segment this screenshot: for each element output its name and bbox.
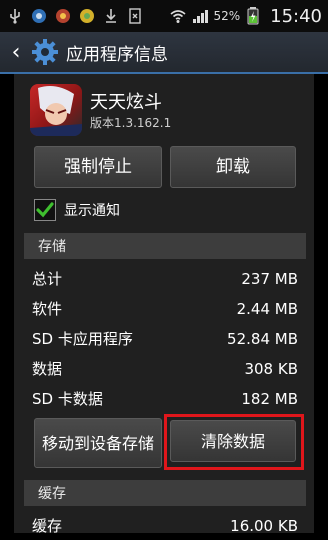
storage-row-software: 软件 2.44 MB	[32, 294, 298, 323]
app-notification-icon	[30, 7, 48, 25]
app-header: 天天炫斗 版本1.3.162.1	[30, 84, 310, 140]
storage-row-label: 总计	[32, 270, 63, 288]
show-notifications-row[interactable]: 显示通知	[34, 195, 120, 225]
cache-section-header: 缓存	[24, 480, 306, 506]
storage-row-label: 数据	[32, 360, 63, 378]
chevron-left-icon: ‹	[11, 39, 21, 65]
storage-row-total: 总计 237 MB	[32, 264, 298, 293]
app-info-panel: 天天炫斗 版本1.3.162.1 强制停止 卸载 显示通知 存储 总计 237 …	[14, 74, 314, 535]
storage-row-value: 308 KB	[244, 359, 298, 378]
storage-row-value: 52.84 MB	[227, 329, 298, 348]
clear-data-button[interactable]: 清除数据	[170, 420, 296, 462]
status-bar: 52% 15:40	[0, 0, 328, 32]
usb-icon	[6, 7, 24, 25]
storage-row-label: 软件	[32, 300, 63, 318]
download-icon	[102, 7, 120, 25]
battery-percent: 52%	[213, 9, 241, 23]
uninstall-button[interactable]: 卸载	[170, 146, 296, 188]
action-bar: ‹ 应用程序信息	[0, 32, 328, 74]
status-icons-right: 52% 15:40	[169, 6, 322, 27]
file-icon	[126, 7, 144, 25]
show-notifications-checkbox[interactable]	[34, 199, 56, 221]
status-icons-left	[6, 7, 144, 25]
settings-gear-icon[interactable]	[30, 37, 60, 67]
app-notification-icon	[54, 7, 72, 25]
storage-row-label: SD 卡应用程序	[32, 330, 133, 348]
storage-row-label: SD 卡数据	[32, 390, 103, 408]
wifi-icon	[169, 7, 187, 25]
storage-row-value: 2.44 MB	[236, 299, 298, 318]
back-button[interactable]: ‹	[2, 31, 30, 73]
page-title: 应用程序信息	[66, 44, 168, 65]
app-version: 版本1.3.162.1	[90, 116, 172, 130]
app-name: 天天炫斗	[90, 92, 162, 113]
app-notification-icon	[78, 7, 96, 25]
storage-row-sd-app: SD 卡应用程序 52.84 MB	[32, 324, 298, 353]
app-icon	[30, 84, 82, 136]
storage-row-value: 237 MB	[241, 269, 298, 288]
storage-row-data: 数据 308 KB	[32, 354, 298, 383]
show-notifications-label: 显示通知	[64, 203, 120, 219]
checkmark-icon	[36, 202, 54, 218]
signal-icon	[191, 7, 209, 25]
storage-row-sd-data: SD 卡数据 182 MB	[32, 384, 298, 413]
storage-section-header: 存储	[24, 233, 306, 259]
move-to-device-storage-button[interactable]: 移动到设备存储	[34, 418, 162, 468]
clock: 15:40	[270, 5, 322, 27]
cache-row: 缓存 16.00 KB	[32, 511, 298, 540]
cache-row-value: 16.00 KB	[230, 516, 298, 535]
battery-charging-icon	[244, 7, 262, 25]
storage-row-value: 182 MB	[241, 389, 298, 408]
force-stop-button[interactable]: 强制停止	[34, 146, 162, 188]
